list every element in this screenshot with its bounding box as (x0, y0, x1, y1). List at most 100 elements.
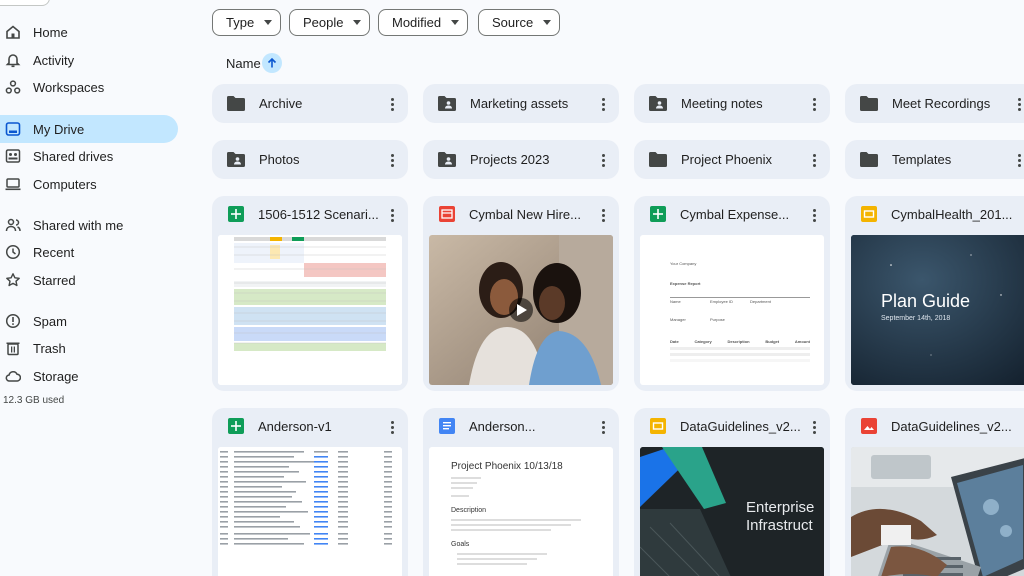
more-actions-icon[interactable] (806, 207, 822, 223)
thumb-text: Manager (670, 317, 686, 322)
filter-chip-people[interactable]: People (289, 9, 371, 36)
folder-name: Project Phoenix (681, 152, 773, 167)
sidebar-item-computers[interactable]: Computers (0, 170, 178, 198)
bell-icon (5, 54, 21, 68)
more-actions-icon[interactable] (595, 152, 611, 168)
file-card[interactable]: Cymbal Expense... Your Company Expense R… (634, 196, 830, 391)
sidebar-item-my-drive[interactable]: My Drive (0, 115, 178, 143)
more-actions-icon[interactable] (595, 207, 611, 223)
more-actions-icon[interactable] (806, 419, 822, 435)
sidebar-item-trash[interactable]: Trash (0, 334, 178, 362)
more-actions-icon[interactable] (806, 152, 822, 168)
more-actions-icon[interactable] (595, 419, 611, 435)
folder-item[interactable]: Photos (212, 140, 408, 179)
filter-chip-type[interactable]: Type (212, 9, 282, 36)
file-name: DataGuidelines_v2... (680, 419, 801, 434)
chip-label: People (303, 15, 344, 30)
folder-item[interactable]: Meeting notes (634, 84, 830, 123)
file-card[interactable]: Cymbal New Hire... (423, 196, 619, 391)
caret-down-icon (543, 20, 552, 25)
sort-by-name-label[interactable]: Name (226, 56, 261, 71)
file-card[interactable]: CymbalHealth_201... Plan Guide September… (845, 196, 1024, 391)
spam-icon (5, 313, 21, 329)
thumb-text: Amount (794, 339, 810, 344)
sheets-icon (228, 418, 244, 434)
file-name: 1506-1512 Scenari... (258, 207, 379, 222)
folder-name: Templates (892, 152, 952, 167)
sidebar-item-spam[interactable]: Spam (0, 307, 178, 335)
sidebar-item-shared-with-me[interactable]: Shared with me (0, 211, 178, 239)
sort-direction-button[interactable] (262, 53, 282, 73)
sidebar-item-starred[interactable]: Starred (0, 266, 178, 294)
folder-item[interactable]: Meet Recordings (845, 84, 1024, 123)
more-actions-icon[interactable] (384, 152, 400, 168)
sidebar-item-label: Home (33, 24, 68, 40)
shared-folder-icon (438, 96, 456, 111)
more-actions-icon[interactable] (1011, 96, 1024, 112)
file-thumbnail-enterprise: Enterprise Infrastruct (640, 447, 824, 576)
thumb-title: Project Phoenix 10/13/18 (451, 461, 563, 472)
sidebar-item-workspaces[interactable]: Workspaces (0, 73, 178, 101)
thumb-title: Enterprise (746, 499, 815, 516)
folder-item[interactable]: Templates (845, 140, 1024, 179)
file-thumbnail-doc: Project Phoenix 10/13/18 Description Goa… (429, 447, 613, 576)
workspaces-icon (5, 80, 21, 94)
file-card[interactable]: DataGuidelines_v2... (845, 408, 1024, 576)
sidebar-item-recent[interactable]: Recent (0, 238, 178, 266)
thumb-text: Description (727, 339, 750, 344)
sidebar-item-label: Starred (33, 272, 76, 288)
sidebar-item-home[interactable]: Home (0, 18, 178, 46)
thumb-heading: Description (451, 507, 487, 514)
file-name: Cymbal New Hire... (469, 207, 581, 222)
more-actions-icon[interactable] (1017, 207, 1024, 223)
folder-item[interactable]: Archive (212, 84, 408, 123)
file-name: Anderson... (469, 419, 536, 434)
file-card[interactable]: 1506-1512 Scenari... (212, 196, 408, 391)
more-actions-icon[interactable] (384, 96, 400, 112)
filter-chip-source[interactable]: Source (478, 9, 561, 36)
folder-item[interactable]: Projects 2023 (423, 140, 619, 179)
thumb-text: Department (750, 299, 771, 304)
storage-usage-text: 12.3 GB used (3, 395, 65, 406)
more-actions-icon[interactable] (384, 419, 400, 435)
sidebar-item-label: Recent (33, 244, 75, 260)
folder-icon (649, 152, 667, 167)
file-thumbnail (218, 235, 402, 385)
more-actions-icon[interactable] (384, 207, 400, 223)
sidebar-item-label: Trash (33, 340, 66, 356)
thumb-text: Expense Report (670, 281, 701, 286)
file-card[interactable]: Anderson... Project Phoenix 10/13/18 Des… (423, 408, 619, 576)
more-actions-icon[interactable] (1017, 419, 1024, 435)
filter-chip-modified[interactable]: Modified (378, 9, 469, 36)
sheets-icon (228, 206, 244, 222)
folder-item[interactable]: Marketing assets (423, 84, 619, 123)
thumb-heading: Goals (451, 541, 470, 548)
folder-name: Meet Recordings (892, 96, 991, 111)
sidebar-item-label: Storage (33, 368, 79, 384)
more-actions-icon[interactable] (595, 96, 611, 112)
chip-label: Source (492, 15, 534, 30)
more-actions-icon[interactable] (806, 96, 822, 112)
shared-folder-icon (227, 152, 245, 167)
sidebar-item-shared-drives[interactable]: Shared drives (0, 142, 178, 170)
computer-icon (5, 178, 21, 191)
chip-label: Type (226, 15, 255, 30)
thumb-text: Your Company (670, 261, 697, 266)
image-icon (861, 418, 877, 434)
new-button-edge[interactable] (0, 0, 50, 6)
shared-drives-icon (5, 149, 21, 163)
folder-name: Archive (259, 96, 303, 111)
sidebar-item-label: Shared drives (33, 148, 114, 164)
sidebar: Home Activity Workspaces My Drive Shared… (0, 0, 195, 576)
file-card[interactable]: Anderson-v1 (212, 408, 408, 576)
sidebar-item-activity[interactable]: Activity (0, 46, 178, 74)
more-actions-icon[interactable] (1011, 152, 1024, 168)
folder-icon (860, 152, 878, 167)
thumb-text: Purpose (710, 317, 725, 322)
cloud-icon (5, 371, 21, 382)
file-thumbnail-video (429, 235, 613, 385)
folder-item[interactable]: Project Phoenix (634, 140, 830, 179)
thumb-title: Plan Guide (881, 291, 971, 311)
file-card[interactable]: DataGuidelines_v2... Enterprise Infrastr… (634, 408, 830, 576)
sidebar-item-storage[interactable]: Storage (0, 362, 178, 390)
